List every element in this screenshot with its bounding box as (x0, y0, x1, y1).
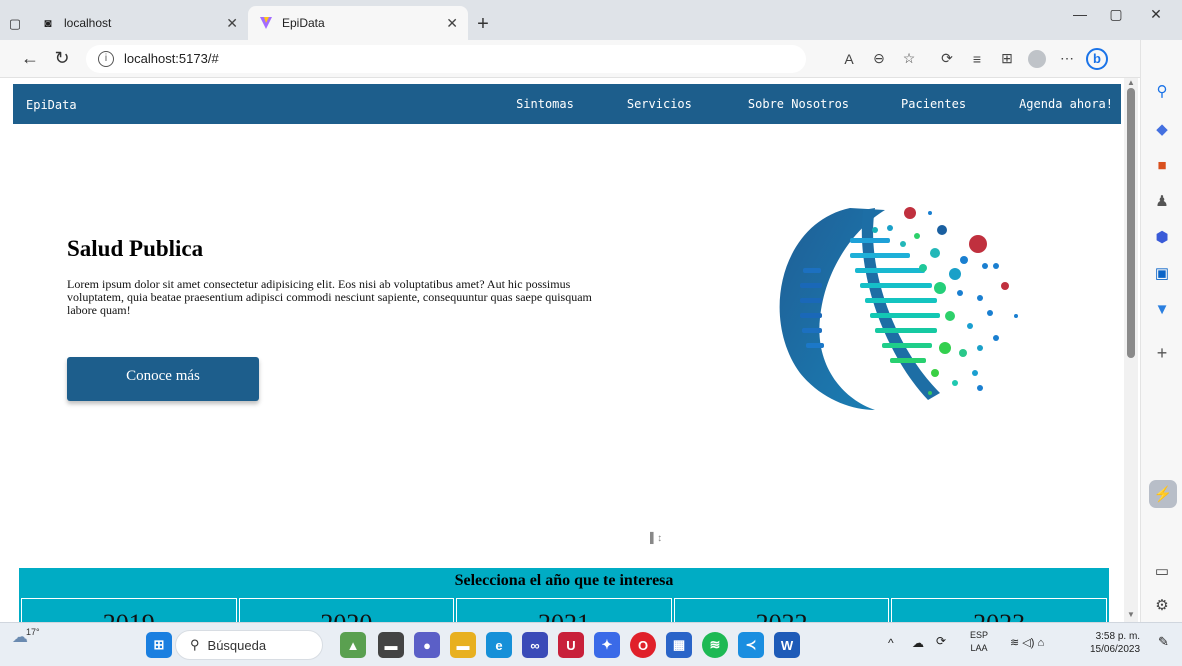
visual-studio-icon[interactable]: ∞ (522, 632, 548, 658)
localhost-favicon-icon: ◙ (44, 16, 52, 30)
bing-icon[interactable]: b (1082, 44, 1112, 74)
collections-icon[interactable]: ⊞ (992, 44, 1022, 74)
weather-temp: 17° (26, 627, 40, 637)
search-icon: ⚲ (190, 637, 200, 652)
task-view-icon[interactable]: ▬ (378, 632, 404, 658)
year-2021[interactable]: 2021 (456, 598, 672, 622)
year-2019[interactable]: 2019 (21, 598, 237, 622)
hero-text: Lorem ipsum dolor sit amet consectetur a… (67, 277, 592, 317)
clock-time: 3:58 p. m. (1095, 631, 1141, 642)
nav-sintomas[interactable]: Sintomas (516, 97, 574, 111)
language-code: ESP (970, 630, 989, 640)
chat-icon[interactable]: ● (414, 632, 440, 658)
windows-start-icon[interactable]: ⊞ (146, 632, 172, 658)
tab-actions-icon[interactable]: ▢ (0, 8, 30, 40)
windows-taskbar: ☁ 17° ⊞ ⚲ Búsqueda ▲ ▬ ● ▬ e ∞ U ✦ O ▦ ≋… (0, 622, 1182, 666)
clock-date: 15/06/2023 (1090, 644, 1141, 655)
years-section: Selecciona el año que te interesa 2019 2… (19, 568, 1109, 622)
year-2023[interactable]: 2023 (891, 598, 1107, 622)
nav-agenda[interactable]: Agenda ahora! (1019, 97, 1113, 111)
nav-pacientes[interactable]: Pacientes (901, 97, 966, 111)
landscape-widget-icon[interactable]: ▲ (340, 632, 366, 658)
address-field[interactable]: i localhost:5173/# (86, 44, 806, 73)
browser-tab-bar: ▢ ◙ localhost ✕ EpiData ✕ + — ▢ ✕ (0, 0, 1182, 40)
store-icon[interactable]: ▦ (666, 632, 692, 658)
close-tab-icon[interactable]: ✕ (446, 15, 458, 32)
hero-title: Salud Publica (67, 236, 204, 261)
new-tab-button[interactable]: + (468, 8, 498, 40)
shopping-tag-icon[interactable]: ◆ (1149, 116, 1175, 142)
word-icon[interactable]: W (774, 632, 800, 658)
profile-avatar[interactable] (1022, 44, 1052, 74)
language-indicator[interactable]: ESP LAA (970, 629, 988, 655)
sidebar-toggle-icon[interactable]: ▭ (1149, 558, 1175, 584)
zoom-icon[interactable]: ⊖ (864, 44, 894, 74)
file-explorer-icon[interactable]: ▬ (450, 632, 476, 658)
network-volume-battery-icons[interactable]: ≋ ◁) ⌂ (1010, 637, 1044, 650)
outlook-icon[interactable]: ▣ (1149, 260, 1175, 286)
toolbox-icon[interactable]: ■ (1149, 152, 1175, 178)
office-icon[interactable]: ⬢ (1149, 224, 1175, 250)
read-aloud-icon[interactable]: A (834, 44, 864, 74)
site-brand[interactable]: EpiData (26, 98, 77, 112)
favorite-star-icon[interactable]: ☆ (894, 44, 924, 74)
tab-title: localhost (64, 16, 112, 30)
favorites-icon[interactable]: ≡ (962, 44, 992, 74)
dna-logo-image (779, 207, 1018, 410)
edge-sidebar: ⚲ ◆ ■ ♟ ⬢ ▣ ▼ + ⚡ ▭ ⚙ (1140, 40, 1182, 622)
page-scrollbar[interactable]: ▲ ▼ (1124, 78, 1138, 622)
language-sub: LAA (970, 643, 988, 653)
broken-image-icon: ▌↕ (650, 533, 663, 544)
opera-icon[interactable]: O (630, 632, 656, 658)
notification-icon[interactable]: ✎ (1158, 635, 1169, 648)
scrollbar-thumb[interactable] (1127, 88, 1135, 358)
scroll-up-icon[interactable]: ▲ (1127, 78, 1135, 87)
taskbar-search[interactable]: ⚲ Búsqueda (175, 630, 323, 660)
year-2020[interactable]: 2020 (238, 598, 455, 622)
nav-links: Sintomas Servicios Sobre Nosotros Pacien… (516, 84, 1121, 124)
tab-epidata[interactable]: EpiData ✕ (248, 6, 468, 40)
spotify-icon[interactable]: ≋ (702, 632, 728, 658)
mcafee-icon[interactable]: U (558, 632, 584, 658)
minimize-icon[interactable]: — (1062, 6, 1098, 22)
games-icon[interactable]: ♟ (1149, 188, 1175, 214)
drop-icon[interactable]: ▼ (1149, 296, 1175, 322)
back-icon[interactable]: ← (14, 44, 46, 74)
tray-app-icon[interactable]: ⟳ (936, 635, 946, 648)
more-icon[interactable]: ⋯ (1052, 44, 1082, 74)
page-viewport: EpiData Sintomas Servicios Sobre Nosotro… (0, 78, 1124, 622)
copilot-app-icon[interactable]: ✦ (594, 632, 620, 658)
vite-favicon-icon (258, 15, 274, 31)
address-toolbar: ← ↻ i localhost:5173/# A ⊖ ☆ ⟳ ≡ ⊞ ⋯ b (0, 40, 1182, 78)
close-window-icon[interactable]: ✕ (1138, 6, 1174, 23)
settings-gear-icon[interactable]: ⚙ (1149, 592, 1175, 618)
clock[interactable]: 3:58 p. m. 15/06/2023 (1090, 630, 1140, 656)
site-info-icon[interactable]: i (98, 50, 114, 67)
search-placeholder: Búsqueda (207, 637, 267, 653)
onedrive-icon[interactable]: ☁ (912, 637, 924, 650)
restore-icon[interactable]: ▢ (1098, 6, 1134, 23)
nav-sobre-nosotros[interactable]: Sobre Nosotros (748, 97, 849, 111)
years-row: 2019 2020 2021 2022 2023 (21, 598, 1107, 622)
tab-title: EpiData (282, 16, 325, 30)
tab-localhost[interactable]: ◙ localhost ✕ (30, 6, 248, 40)
nav-servicios[interactable]: Servicios (627, 97, 692, 111)
tray-overflow-icon[interactable]: ^ (888, 637, 894, 650)
add-sidebar-icon[interactable]: + (1149, 340, 1175, 366)
site-navbar: EpiData Sintomas Servicios Sobre Nosotro… (13, 84, 1121, 124)
year-2022[interactable]: 2022 (673, 598, 890, 622)
close-tab-icon[interactable]: ✕ (226, 15, 238, 32)
copilot-icon[interactable]: ⚡ (1149, 480, 1177, 508)
edge-icon[interactable]: e (486, 632, 512, 658)
search-icon[interactable]: ⚲ (1149, 78, 1175, 104)
weather-widget[interactable]: ☁ 17° (12, 627, 40, 647)
years-title: Selecciona el año que te interesa (454, 572, 674, 589)
url-text: localhost:5173/# (124, 51, 219, 66)
vscode-icon[interactable]: ≺ (738, 632, 764, 658)
conoce-mas-button[interactable]: Conoce más (67, 357, 259, 401)
refresh-icon[interactable]: ↻ (46, 44, 78, 74)
scroll-down-icon[interactable]: ▼ (1127, 610, 1135, 619)
extensions-icon[interactable]: ⟳ (932, 44, 962, 74)
